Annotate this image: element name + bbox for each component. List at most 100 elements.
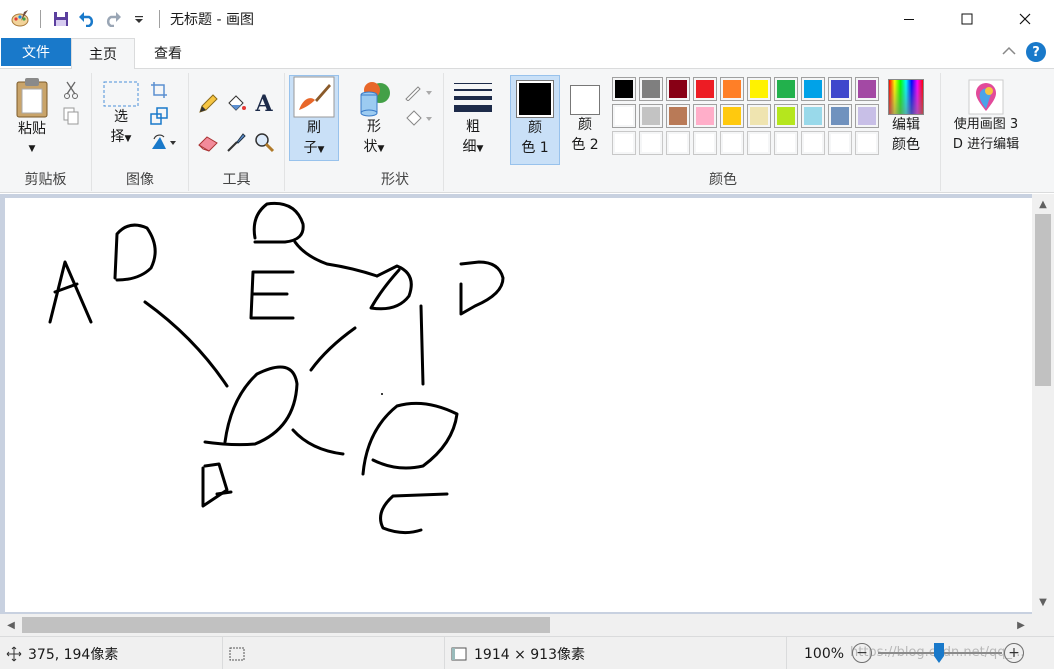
- paint3d-button[interactable]: 使用画图 3 D 进行编辑: [943, 79, 1029, 169]
- customize-dropdown-icon[interactable]: [127, 7, 151, 31]
- color-swatch[interactable]: [693, 104, 717, 128]
- edit-colors-button[interactable]: 编辑 颜色: [886, 79, 926, 169]
- window-controls: [880, 0, 1054, 38]
- outline-icon[interactable]: [401, 81, 437, 103]
- shapes-group-label: 形状: [381, 172, 409, 188]
- fill-bucket-icon[interactable]: [223, 91, 249, 117]
- brush-label-2: 子▼: [303, 140, 325, 156]
- minimize-icon[interactable]: [880, 0, 938, 38]
- eraser-icon[interactable]: [195, 129, 221, 155]
- zoom-in-button[interactable]: +: [1004, 643, 1024, 663]
- paste-button[interactable]: 粘贴 ▼: [8, 77, 56, 167]
- crop-icon[interactable]: [148, 79, 170, 101]
- paint3d-label-1: 使用画图 3: [953, 117, 1019, 132]
- color-swatch[interactable]: [666, 131, 690, 155]
- select-label-1: 选: [114, 109, 128, 125]
- drawing-canvas[interactable]: [5, 198, 1032, 612]
- color-swatch[interactable]: [801, 77, 825, 101]
- status-divider: [786, 637, 787, 669]
- color-swatch-fill: [669, 80, 687, 98]
- resize-icon[interactable]: [148, 105, 170, 127]
- selection-size-icon: [229, 647, 245, 660]
- text-tool-icon[interactable]: A: [251, 91, 277, 117]
- color-swatch[interactable]: [747, 77, 771, 101]
- color-swatch[interactable]: [639, 104, 663, 128]
- color-swatch[interactable]: [612, 131, 636, 155]
- paste-label: 粘贴: [18, 121, 46, 137]
- vertical-scrollbar[interactable]: ▲ ▼: [1032, 194, 1054, 614]
- color-swatch[interactable]: [828, 131, 852, 155]
- zoom-slider-thumb[interactable]: [934, 643, 944, 663]
- color-swatch[interactable]: [747, 131, 771, 155]
- color-swatch[interactable]: [666, 104, 690, 128]
- shapes-button[interactable]: 形 状▼: [353, 81, 395, 167]
- color-swatch-fill: [669, 134, 687, 152]
- zoom-out-button[interactable]: −: [852, 643, 872, 663]
- help-button[interactable]: ?: [1026, 42, 1046, 62]
- tab-view[interactable]: 查看: [140, 38, 196, 68]
- color-swatch[interactable]: [747, 104, 771, 128]
- color-swatch[interactable]: [855, 131, 879, 155]
- color-swatch[interactable]: [801, 104, 825, 128]
- color-swatch[interactable]: [720, 104, 744, 128]
- color-swatch[interactable]: [774, 77, 798, 101]
- tab-file[interactable]: 文件: [1, 38, 71, 66]
- save-icon[interactable]: [49, 7, 73, 31]
- color1-button[interactable]: 颜 色 1: [510, 75, 560, 165]
- handdrawn-graph-drawing: [48, 201, 505, 535]
- ribbon: 粘贴 ▼ 剪贴板 选 择▼ 图像 A 工具 刷 子▼ 形 状▼ 形状 粗 细▼ …: [0, 68, 1054, 193]
- color-swatch[interactable]: [639, 77, 663, 101]
- scroll-up-icon[interactable]: ▲: [1035, 196, 1051, 212]
- color-picker-icon[interactable]: [223, 129, 249, 155]
- scrollbar-corner: [1032, 614, 1054, 636]
- color2-button[interactable]: 颜 色 2: [562, 75, 608, 165]
- color-swatch[interactable]: [612, 77, 636, 101]
- color-swatch-fill: [750, 134, 768, 152]
- color-swatch[interactable]: [693, 77, 717, 101]
- brush-button[interactable]: 刷 子▼: [289, 75, 339, 161]
- pencil-icon[interactable]: [195, 91, 221, 117]
- color-swatch-fill: [831, 107, 849, 125]
- color-swatch-fill: [642, 134, 660, 152]
- color-swatch[interactable]: [774, 104, 798, 128]
- color-swatch[interactable]: [720, 77, 744, 101]
- cut-icon[interactable]: [60, 79, 82, 101]
- color-swatch-fill: [723, 107, 741, 125]
- color-swatch[interactable]: [666, 77, 690, 101]
- vertical-scroll-thumb[interactable]: [1035, 214, 1051, 386]
- paint-app-icon[interactable]: [8, 7, 32, 31]
- scroll-right-icon[interactable]: ▶: [1013, 617, 1029, 633]
- copy-icon[interactable]: [60, 105, 82, 127]
- undo-icon[interactable]: [75, 7, 99, 31]
- color-swatch[interactable]: [855, 77, 879, 101]
- color-swatch[interactable]: [828, 77, 852, 101]
- color-swatch-fill: [750, 107, 768, 125]
- color-swatch[interactable]: [720, 131, 744, 155]
- shapes-label-2: 状▼: [363, 139, 385, 155]
- size-button[interactable]: 粗 细▼: [450, 81, 496, 167]
- maximize-icon[interactable]: [938, 0, 996, 38]
- color-swatch-fill: [615, 107, 633, 125]
- horizontal-scrollbar[interactable]: ◀ ▶: [0, 614, 1032, 636]
- color-swatch[interactable]: [612, 104, 636, 128]
- rotate-icon[interactable]: [148, 131, 178, 153]
- fill-icon[interactable]: [401, 107, 437, 129]
- status-bar: 375, 194像素 1914 × 913像素 100% https://blo…: [0, 636, 1054, 669]
- scroll-down-icon[interactable]: ▼: [1035, 594, 1051, 610]
- close-icon[interactable]: [996, 0, 1054, 38]
- color-swatch[interactable]: [828, 104, 852, 128]
- color-swatch[interactable]: [639, 131, 663, 155]
- color-swatch[interactable]: [693, 131, 717, 155]
- redo-icon[interactable]: [101, 7, 125, 31]
- line-width-icon: [454, 83, 492, 112]
- collapse-ribbon-icon[interactable]: [1002, 44, 1016, 60]
- tab-home[interactable]: 主页: [71, 38, 135, 69]
- scroll-left-icon[interactable]: ◀: [3, 617, 19, 633]
- select-button[interactable]: 选 择▼: [100, 81, 142, 167]
- select-rect-icon: [103, 81, 139, 107]
- color-swatch[interactable]: [801, 131, 825, 155]
- color-swatch[interactable]: [774, 131, 798, 155]
- horizontal-scroll-thumb[interactable]: [22, 617, 550, 633]
- magnifier-icon[interactable]: [251, 129, 277, 155]
- color-swatch[interactable]: [855, 104, 879, 128]
